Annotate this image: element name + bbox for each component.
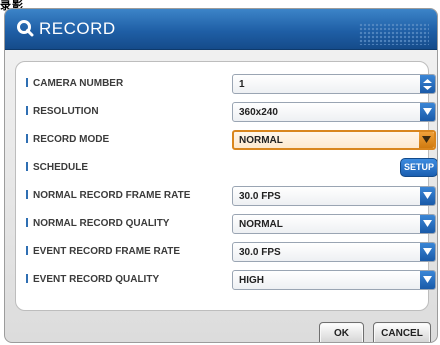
row-record-mode: RECORD MODE NORMAL <box>16 130 436 150</box>
field-value: HIGH <box>239 275 264 286</box>
field-label: NORMAL RECORD FRAME RATE <box>26 189 190 203</box>
field-label: RECORD MODE <box>26 133 109 147</box>
dialog-title: RECORD <box>39 19 116 38</box>
field-label: NORMAL RECORD QUALITY <box>26 217 169 231</box>
row-event-frame-rate: EVENT RECORD FRAME RATE 30.0 FPS <box>16 242 436 262</box>
field-label: SCHEDULE <box>26 161 88 175</box>
chevron-down-icon[interactable] <box>419 132 434 148</box>
field-value: NORMAL <box>239 135 283 146</box>
settings-panel: CAMERA NUMBER 1 RESOLUTION 360x240 RECOR… <box>15 61 437 311</box>
row-normal-quality: NORMAL RECORD QUALITY NORMAL <box>16 214 436 234</box>
record-mode-dropdown[interactable]: NORMAL <box>232 130 436 150</box>
chevron-down-icon[interactable] <box>420 215 435 233</box>
chevron-down-icon[interactable] <box>420 243 435 261</box>
row-camera-number: CAMERA NUMBER 1 <box>16 74 436 94</box>
resolution-dropdown[interactable]: 360x240 <box>232 102 436 122</box>
chevron-down-icon[interactable] <box>420 271 435 289</box>
ok-button[interactable]: OK <box>319 322 364 342</box>
cancel-button[interactable]: CANCEL <box>373 322 431 342</box>
spinner-up-down-icon[interactable] <box>420 75 435 93</box>
event-quality-dropdown[interactable]: HIGH <box>232 270 436 290</box>
chevron-down-icon[interactable] <box>420 187 435 205</box>
field-value: 360x240 <box>239 107 278 118</box>
event-frame-rate-dropdown[interactable]: 30.0 FPS <box>232 242 436 262</box>
row-normal-frame-rate: NORMAL RECORD FRAME RATE 30.0 FPS <box>16 186 436 206</box>
field-label: RESOLUTION <box>26 105 99 119</box>
chevron-down-icon[interactable] <box>420 103 435 121</box>
normal-frame-rate-dropdown[interactable]: 30.0 FPS <box>232 186 436 206</box>
row-schedule: SCHEDULE SETUP <box>16 158 437 178</box>
search-q-icon <box>17 20 34 37</box>
camera-number-spinner[interactable]: 1 <box>232 74 436 94</box>
field-label: EVENT RECORD FRAME RATE <box>26 245 180 259</box>
record-dialog: RECORD CAMERA NUMBER 1 RESOLUTION 360x24… <box>4 8 438 343</box>
title-bar-pattern <box>359 23 429 45</box>
field-value: NORMAL <box>239 219 283 230</box>
field-value: 30.0 FPS <box>239 247 281 258</box>
title-bar: RECORD <box>5 9 437 50</box>
field-label: CAMERA NUMBER <box>26 77 123 91</box>
schedule-setup-button[interactable]: SETUP <box>400 158 437 177</box>
row-event-quality: EVENT RECORD QUALITY HIGH <box>16 270 436 290</box>
field-value: 30.0 FPS <box>239 191 281 202</box>
field-value: 1 <box>239 79 245 90</box>
row-resolution: RESOLUTION 360x240 <box>16 102 436 122</box>
field-label: EVENT RECORD QUALITY <box>26 273 159 287</box>
normal-quality-dropdown[interactable]: NORMAL <box>232 214 436 234</box>
